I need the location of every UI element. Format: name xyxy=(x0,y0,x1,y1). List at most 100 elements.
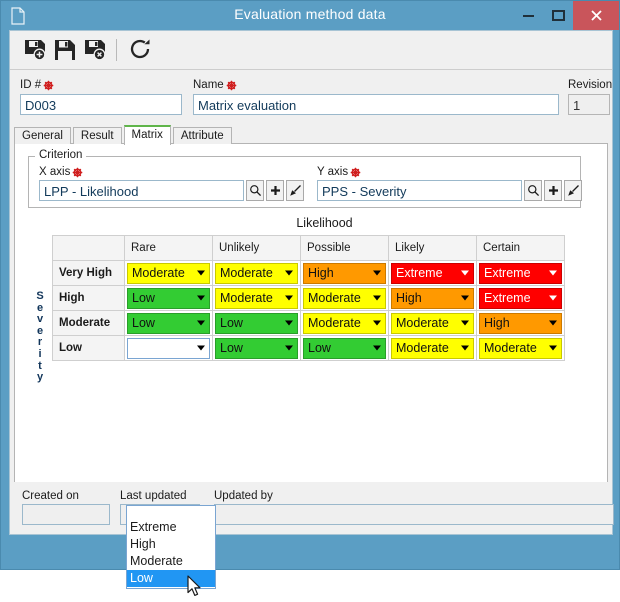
x-axis-label-wrap: X axis xyxy=(39,165,304,179)
chevron-down-icon xyxy=(461,270,469,276)
y-axis-clear-button[interactable] xyxy=(564,180,582,201)
matrix-cell-combo-open[interactable] xyxy=(127,337,210,359)
chevron-down-icon xyxy=(197,320,205,326)
matrix-cell-combo[interactable]: Extreme xyxy=(479,287,562,309)
name-label: Name xyxy=(193,79,224,91)
x-axis-add-button[interactable] xyxy=(266,180,284,201)
revision-value: 1 xyxy=(568,94,610,115)
y-axis-search-button[interactable] xyxy=(524,180,542,201)
matrix-x-caption: Likelihood xyxy=(296,216,353,230)
matrix-cell-combo[interactable]: Moderate xyxy=(391,337,474,359)
x-axis-row: LPP - Likelihood xyxy=(39,180,304,201)
matrix-cell-combo[interactable]: Moderate xyxy=(215,287,298,309)
save-new-button[interactable] xyxy=(20,35,50,65)
chevron-down-icon xyxy=(197,345,205,351)
title-bar: Evaluation method data xyxy=(1,1,619,30)
form-area: ID # D003 Name Matrix evaluation Revisio… xyxy=(10,70,612,115)
tab-result[interactable]: Result xyxy=(72,127,122,144)
table-row: High Low Moderate Moderate High Extreme xyxy=(52,285,565,311)
y-axis-add-button[interactable] xyxy=(544,180,562,201)
matrix-cell: Extreme xyxy=(476,260,565,286)
required-icon xyxy=(43,80,54,91)
matrix-cell-combo[interactable]: Moderate xyxy=(303,312,386,334)
save-delete-icon xyxy=(85,40,106,61)
client-area: ID # D003 Name Matrix evaluation Revisio… xyxy=(9,30,614,596)
chevron-down-icon xyxy=(373,295,381,301)
created-on-value xyxy=(22,504,110,525)
created-on-label: Created on xyxy=(22,490,79,502)
matrix-cell: High xyxy=(476,310,565,336)
window-title: Evaluation method data xyxy=(234,6,386,22)
dropdown-option-high[interactable]: High xyxy=(127,536,215,553)
matrix-cell-combo[interactable]: Moderate xyxy=(303,287,386,309)
matrix-cell-value: Extreme xyxy=(484,266,531,280)
matrix-cell-combo[interactable]: High xyxy=(391,287,474,309)
matrix-cell-value: Moderate xyxy=(220,291,273,305)
search-icon xyxy=(527,185,539,197)
name-input[interactable]: Matrix evaluation xyxy=(193,94,559,115)
matrix-cell-value: Low xyxy=(132,291,155,305)
dropdown-option-extreme[interactable]: Extreme xyxy=(127,519,215,536)
matrix-cell: High xyxy=(388,285,477,311)
chevron-down-icon xyxy=(373,270,381,276)
matrix-cell-combo[interactable]: High xyxy=(479,312,562,334)
matrix-cell-combo[interactable]: Low xyxy=(303,337,386,359)
matrix-cell xyxy=(124,335,213,361)
matrix-cell-combo[interactable]: High xyxy=(303,262,386,284)
matrix-cell-combo[interactable]: Low xyxy=(127,312,210,334)
table-row: Very High Moderate Moderate High Extreme… xyxy=(52,260,565,286)
matrix-cell-value: Low xyxy=(220,341,243,355)
chevron-down-icon xyxy=(549,295,557,301)
plus-icon xyxy=(548,186,558,195)
tab-general[interactable]: General xyxy=(14,127,71,144)
matrix-cell: Moderate xyxy=(124,260,213,286)
tab-attribute[interactable]: Attribute xyxy=(172,127,232,144)
matrix-cell: Extreme xyxy=(388,260,477,286)
save-delete-button[interactable] xyxy=(80,35,110,65)
updated-by-label: Updated by xyxy=(214,490,273,502)
x-axis-input[interactable]: LPP - Likelihood xyxy=(39,180,244,201)
matrix-cell-combo[interactable]: Low xyxy=(215,312,298,334)
matrix-corner-cell xyxy=(52,235,125,261)
chevron-down-icon xyxy=(549,270,557,276)
updated-by-value xyxy=(214,504,614,525)
dropdown-option-moderate[interactable]: Moderate xyxy=(127,553,215,570)
created-on-group: Created on xyxy=(22,490,110,534)
matrix-cell: Moderate xyxy=(212,260,301,286)
matrix-y-caption: Severity xyxy=(36,290,44,384)
tab-matrix[interactable]: Matrix xyxy=(123,125,171,145)
matrix-cell-value: Moderate xyxy=(132,266,185,280)
x-axis-search-button[interactable] xyxy=(246,180,264,201)
matrix-cell-combo[interactable]: Extreme xyxy=(479,262,562,284)
chevron-down-icon xyxy=(461,295,469,301)
matrix-header-row: Rare Unlikely Possible Likely Certain xyxy=(52,235,565,261)
matrix-cell-combo[interactable]: Low xyxy=(127,287,210,309)
id-input[interactable]: D003 xyxy=(20,94,182,115)
matrix-cell: Moderate xyxy=(388,310,477,336)
x-axis-clear-button[interactable] xyxy=(286,180,304,201)
required-icon xyxy=(72,167,83,178)
criterion-group-title: Criterion xyxy=(35,149,87,161)
matrix-cell-value: Moderate xyxy=(220,266,273,280)
search-icon xyxy=(249,185,261,197)
toolbar-separator xyxy=(116,39,117,61)
y-axis-input[interactable]: PPS - Severity xyxy=(317,180,522,201)
clear-brush-icon xyxy=(289,185,301,196)
matrix-cell-combo[interactable]: Moderate xyxy=(127,262,210,284)
matrix-cell-combo[interactable]: Moderate xyxy=(391,312,474,334)
refresh-button[interactable] xyxy=(126,35,156,65)
matrix-cell-value: Moderate xyxy=(308,316,361,330)
matrix-cell-combo[interactable]: Moderate xyxy=(215,262,298,284)
matrix-cell-value: High xyxy=(308,266,334,280)
required-icon xyxy=(226,80,237,91)
save-button[interactable] xyxy=(50,35,80,65)
matrix-cell-value: High xyxy=(396,291,422,305)
matrix-cell: High xyxy=(300,260,389,286)
matrix-cell-combo[interactable]: Extreme xyxy=(391,262,474,284)
matrix-cell: Extreme xyxy=(476,285,565,311)
matrix-cell-combo[interactable]: Low xyxy=(215,337,298,359)
name-field-group: Name Matrix evaluation xyxy=(193,78,559,115)
matrix-cell-value: Moderate xyxy=(484,341,537,355)
matrix-cell-combo[interactable]: Moderate xyxy=(479,337,562,359)
matrix-cell: Low xyxy=(300,335,389,361)
